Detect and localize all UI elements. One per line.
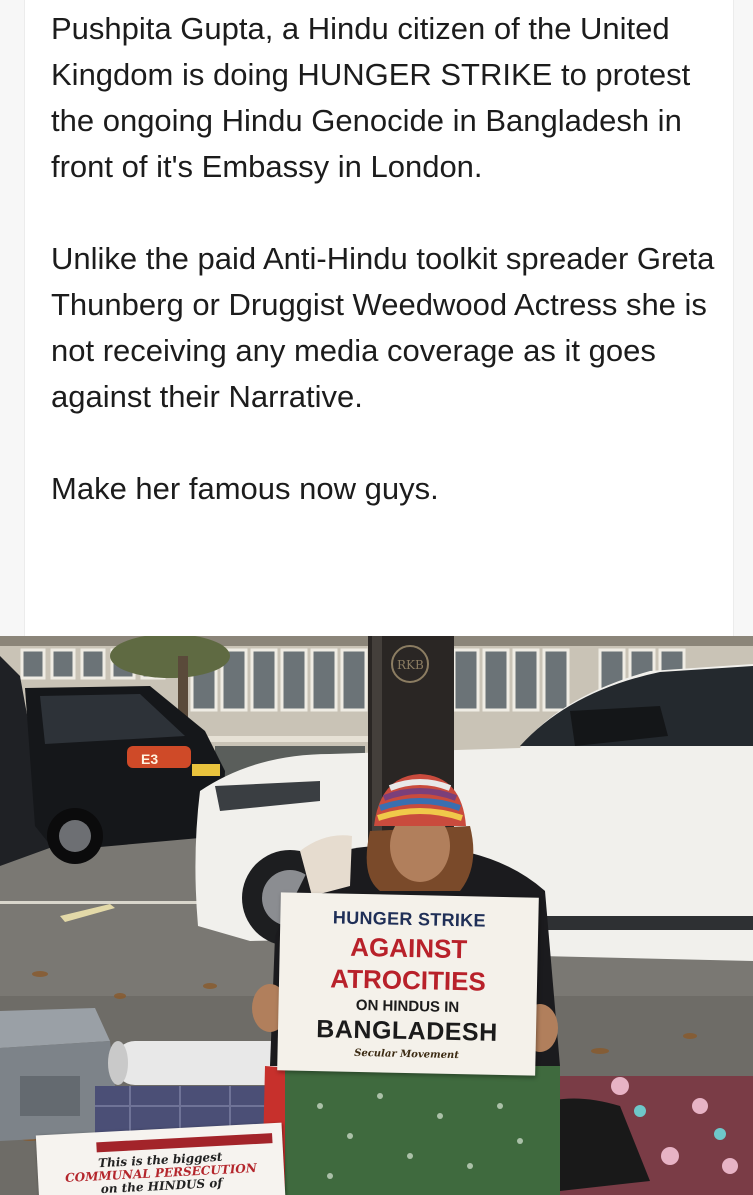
- post-container: Pushpita Gupta, a Hindu citizen of the U…: [0, 0, 753, 636]
- post-paragraph-1: Pushpita Gupta, a Hindu citizen of the U…: [51, 11, 691, 184]
- placard-line-2: AGAINST: [349, 931, 468, 965]
- license-plate-text: E3: [141, 751, 158, 767]
- post-paragraph-3: Make her famous now guys.: [51, 471, 439, 506]
- placard-line-1: HUNGER STRIKE: [332, 907, 487, 931]
- tree-foliage: [110, 636, 230, 678]
- placard-line-3: ATROCITIES: [330, 963, 487, 997]
- pole-emblem-text: RKB: [397, 658, 424, 672]
- protest-flyer: This is the biggest COMMUNAL PERSECUTION…: [35, 1122, 287, 1195]
- protest-placard: HUNGER STRIKE AGAINST ATROCITIES ON HIND…: [277, 892, 539, 1076]
- post-paragraph-2: Unlike the paid Anti-Hindu toolkit sprea…: [51, 241, 715, 414]
- placard-line-5: BANGLADESH: [316, 1015, 498, 1047]
- protest-photo: E3 RKB HUNGER STRIKE AGAINST ATROCITIES …: [0, 636, 753, 1195]
- post-text: Pushpita Gupta, a Hindu citizen of the U…: [51, 6, 721, 512]
- rolled-mat: [108, 1041, 290, 1085]
- placard-logo: Secular Movement: [354, 1047, 459, 1062]
